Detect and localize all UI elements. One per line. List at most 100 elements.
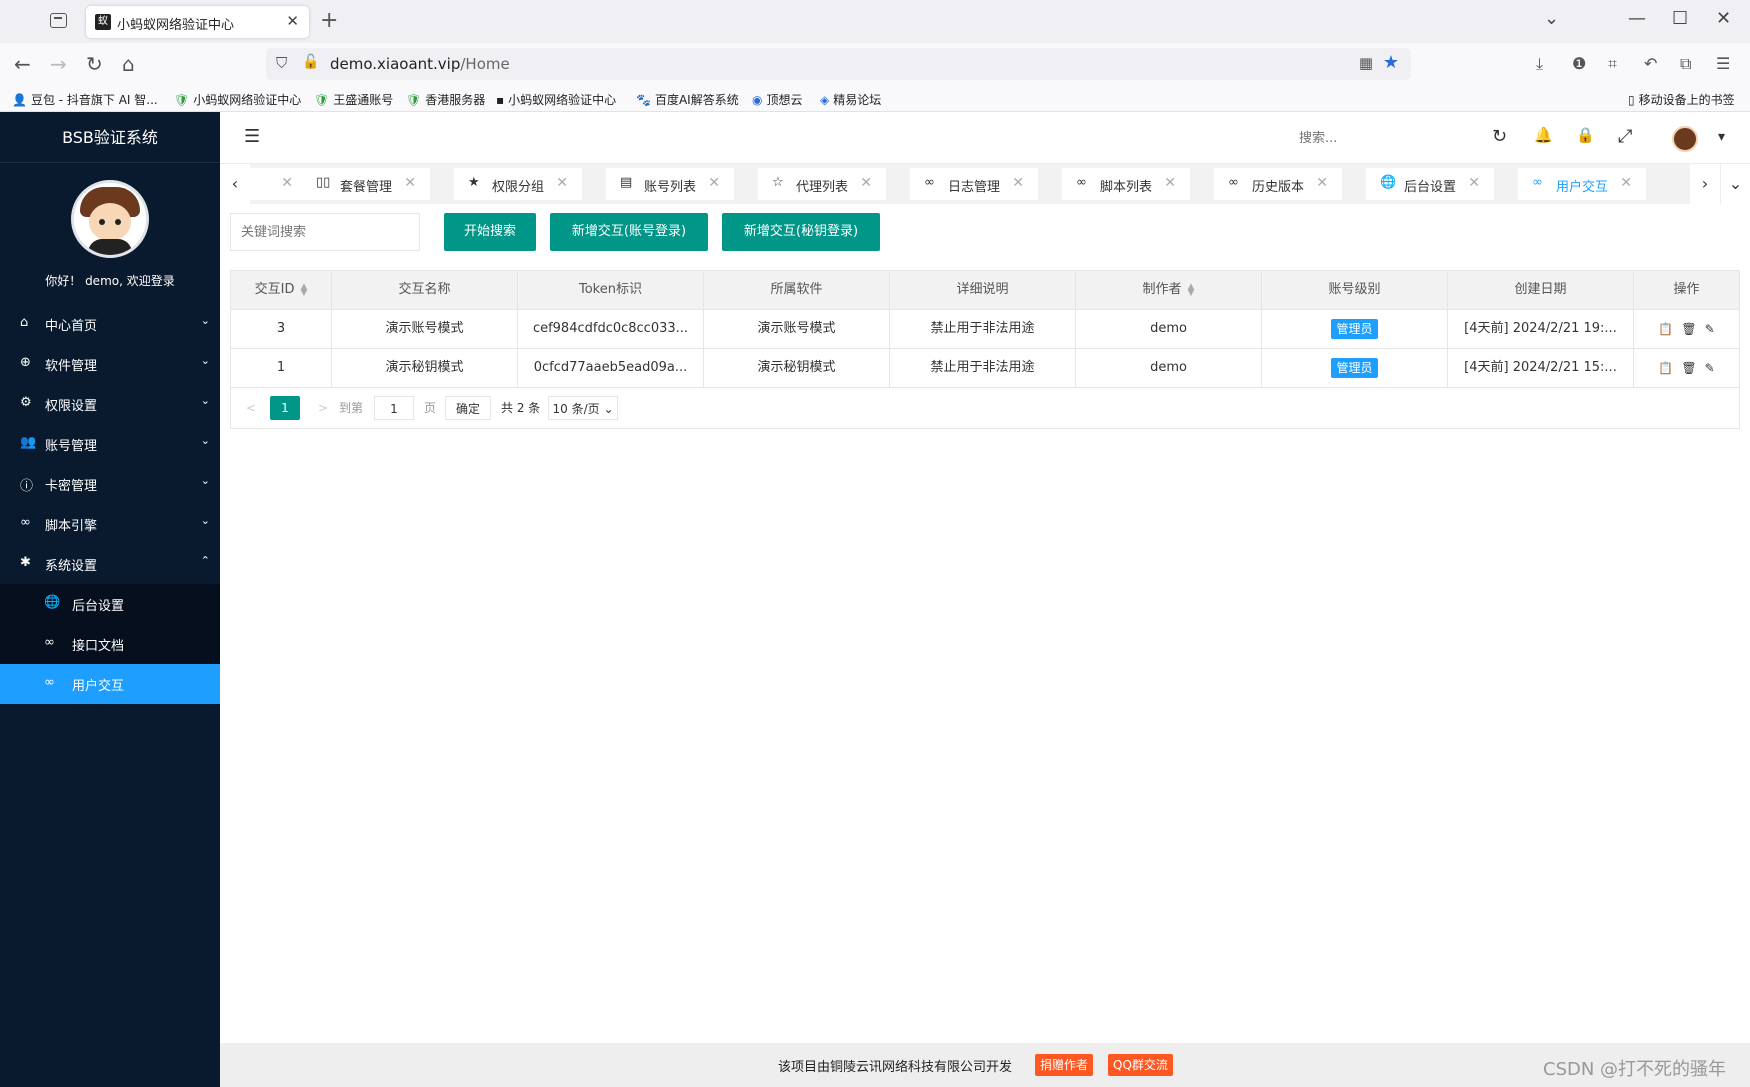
insecure-lock-icon[interactable]: 🔓 <box>302 54 319 70</box>
sort-icon[interactable]: ▲ ▼ <box>1188 282 1195 297</box>
delete-icon[interactable]: 🗑 <box>1681 310 1696 348</box>
keyword-search-input[interactable] <box>230 213 420 251</box>
user-avatar[interactable] <box>1672 126 1698 152</box>
maximize-button[interactable]: ☐ <box>1672 8 1688 29</box>
close-icon[interactable]: ✕ <box>1468 175 1480 191</box>
lock-icon[interactable]: 🔒 <box>1576 126 1595 144</box>
tab-item[interactable]: ✕ <box>250 168 307 200</box>
bookmark-item[interactable]: ◈ 精易论坛 <box>820 91 881 108</box>
caret-down-icon[interactable]: ▾ <box>1718 129 1725 145</box>
qq-group-button[interactable]: QQ群交流 <box>1108 1054 1173 1076</box>
sidebar-item-cards[interactable]: ⓘ 卡密管理 ⌄ <box>0 464 220 504</box>
add-interaction-account-button[interactable]: 新增交互(账号登录) <box>550 213 708 251</box>
address-bar[interactable]: ⛉ 🔓 demo.xiaoant.vip/Home ▦ ★ <box>266 48 1411 80</box>
close-icon[interactable]: ✕ <box>860 175 872 191</box>
browser-tab[interactable]: 蚁 小蚂蚁网络验证中心 ✕ <box>86 6 309 38</box>
bookmark-item[interactable]: 👤 豆包 - 抖音旗下 AI 智... <box>12 91 158 108</box>
close-icon[interactable]: ✕ <box>281 175 293 191</box>
header-search-input[interactable] <box>1299 127 1399 149</box>
sidebar-subitem-admin-settings[interactable]: 🌐 后台设置 <box>0 584 220 624</box>
tab-log-management[interactable]: ∞ 日志管理 ✕ <box>910 168 1038 200</box>
pager-size-select[interactable]: 10 条/页 ⌄ <box>548 396 618 420</box>
new-tab-button[interactable]: + <box>320 8 338 33</box>
menu-toggle-icon[interactable]: ☰ <box>244 126 260 147</box>
sidebar-subitem-user-interaction[interactable]: ∞ 用户交互 <box>0 664 220 704</box>
tab-admin-settings[interactable]: 🌐 后台设置 ✕ <box>1366 168 1494 200</box>
tab-package-management[interactable]: ▯▯ 套餐管理 ✕ <box>302 168 430 200</box>
window-close-button[interactable]: ✕ <box>1716 8 1731 29</box>
minimize-button[interactable]: — <box>1628 8 1646 29</box>
close-icon[interactable]: ✕ <box>404 175 416 191</box>
table-row[interactable]: 1 演示秘钥模式 0cfcd77aaeb5ead09a... 演示秘钥模式 禁止… <box>231 349 1739 388</box>
sort-icon[interactable]: ▲ ▼ <box>300 282 307 297</box>
tab-permission-groups[interactable]: ★ 权限分组 ✕ <box>454 168 582 200</box>
tab-list-chevron-icon[interactable]: ⌄ <box>1544 8 1559 29</box>
bookmark-item[interactable]: 🛡 小蚂蚁网络验证中心 <box>174 91 301 108</box>
browser-menu-icon[interactable]: ☰ <box>1716 54 1730 73</box>
home-icon[interactable]: ⌂ <box>122 52 135 76</box>
extensions-icon[interactable]: ⧉ <box>1680 54 1691 74</box>
donate-button[interactable]: 捐赠作者 <box>1035 1054 1094 1076</box>
close-icon[interactable]: ✕ <box>708 175 720 191</box>
start-search-button[interactable]: 开始搜索 <box>444 213 536 251</box>
bookmark-star-icon[interactable]: ★ <box>1383 52 1399 73</box>
edit-icon[interactable]: ✎ <box>1705 310 1715 348</box>
sidebar-subitem-api-docs[interactable]: ∞ 接口文档 <box>0 624 220 664</box>
column-header-id[interactable]: 交互ID ▲ ▼ <box>231 271 332 309</box>
bell-icon[interactable]: 🔔 <box>1534 126 1553 144</box>
cell-author: demo <box>1076 310 1262 348</box>
tab-account-list[interactable]: ▤ 账号列表 ✕ <box>606 168 734 200</box>
url-text[interactable]: demo.xiaoant.vip/Home <box>330 55 510 73</box>
forward-icon[interactable]: → <box>50 52 67 76</box>
bookmark-item[interactable]: 🛡 香港服务器 <box>406 91 485 108</box>
qr-code-icon[interactable]: ▦ <box>1359 54 1373 72</box>
tabs-next-button[interactable]: › <box>1690 164 1720 204</box>
download-icon[interactable]: ⤓ <box>1536 54 1543 74</box>
sidebar-item-software[interactable]: ⊕ 软件管理 ⌄ <box>0 344 220 384</box>
tabs-prev-button[interactable]: ‹ <box>220 164 250 204</box>
tab-user-interaction[interactable]: ∞ 用户交互 ✕ <box>1518 168 1646 200</box>
tab-script-list[interactable]: ∞ 脚本列表 ✕ <box>1062 168 1190 200</box>
close-icon[interactable]: ✕ <box>1620 175 1632 191</box>
bookmark-item[interactable]: 🐾 百度AI解答系统 <box>636 91 739 108</box>
crop-icon[interactable]: ⌗ <box>1608 54 1617 74</box>
close-icon[interactable]: ✕ <box>1316 175 1328 191</box>
close-icon[interactable]: ✕ <box>1164 175 1176 191</box>
pager-page-current[interactable]: 1 <box>270 396 300 420</box>
edit-icon[interactable]: ✎ <box>1705 349 1715 387</box>
bookmark-item[interactable]: ◉ 顶想云 <box>752 91 803 108</box>
sidebar-item-system-settings[interactable]: ✱ 系统设置 ⌃ <box>0 544 220 584</box>
undo-icon[interactable]: ↶ <box>1644 54 1657 73</box>
mobile-bookmarks[interactable]: ▯ 移动设备上的书签 <box>1628 91 1735 108</box>
close-icon[interactable]: ✕ <box>556 175 568 191</box>
pager-confirm-button[interactable]: 确定 <box>445 396 491 420</box>
refresh-icon[interactable]: ↻ <box>1492 126 1507 147</box>
bookmark-item[interactable]: ▪ 小蚂蚁网络验证中心 <box>496 91 616 108</box>
table-row[interactable]: 3 演示账号模式 cef984cdfdc0c8cc033... 演示账号模式 禁… <box>231 310 1739 349</box>
tab-history-versions[interactable]: ∞ 历史版本 ✕ <box>1214 168 1342 200</box>
copy-icon[interactable]: 📋 <box>1658 310 1673 348</box>
sidebar-item-accounts[interactable]: 👥 账号管理 ⌄ <box>0 424 220 464</box>
reload-icon[interactable]: ↻ <box>86 52 103 76</box>
back-icon[interactable]: ← <box>14 52 31 76</box>
sidebar-item-permissions[interactable]: ⚙ 权限设置 ⌄ <box>0 384 220 424</box>
close-tab-icon[interactable]: ✕ <box>286 12 299 30</box>
sidebar-item-script-engine[interactable]: ∞ 脚本引擎 ⌄ <box>0 504 220 544</box>
fullscreen-icon[interactable]: ⤢ <box>1618 126 1632 147</box>
tab-overview-icon[interactable] <box>50 13 67 28</box>
add-interaction-key-button[interactable]: 新增交互(秘钥登录) <box>722 213 880 251</box>
shield-icon[interactable]: ⛉ <box>276 54 287 72</box>
bookmark-item[interactable]: 🛡 王盛通账号 <box>314 91 393 108</box>
pager-prev-button[interactable]: < <box>241 396 261 420</box>
column-header-author[interactable]: 制作者 ▲ ▼ <box>1076 271 1262 309</box>
pager-next-button[interactable]: > <box>313 396 333 420</box>
sidebar: BSB验证系统 你好！ demo, 欢迎登录 ⌂ 中心首页 ⌄ ⊕ 软件管理 ⌄… <box>0 112 220 1087</box>
tabs-more-button[interactable]: ⌄ <box>1720 164 1750 204</box>
copy-icon[interactable]: 📋 <box>1658 349 1673 387</box>
pager-goto-input[interactable]: 1 <box>374 396 414 420</box>
sidebar-item-home[interactable]: ⌂ 中心首页 ⌄ <box>0 304 220 344</box>
close-icon[interactable]: ✕ <box>1012 175 1024 191</box>
password-icon[interactable]: ❶ <box>1572 54 1586 73</box>
tab-agent-list[interactable]: ☆ 代理列表 ✕ <box>758 168 886 200</box>
delete-icon[interactable]: 🗑 <box>1681 349 1696 387</box>
